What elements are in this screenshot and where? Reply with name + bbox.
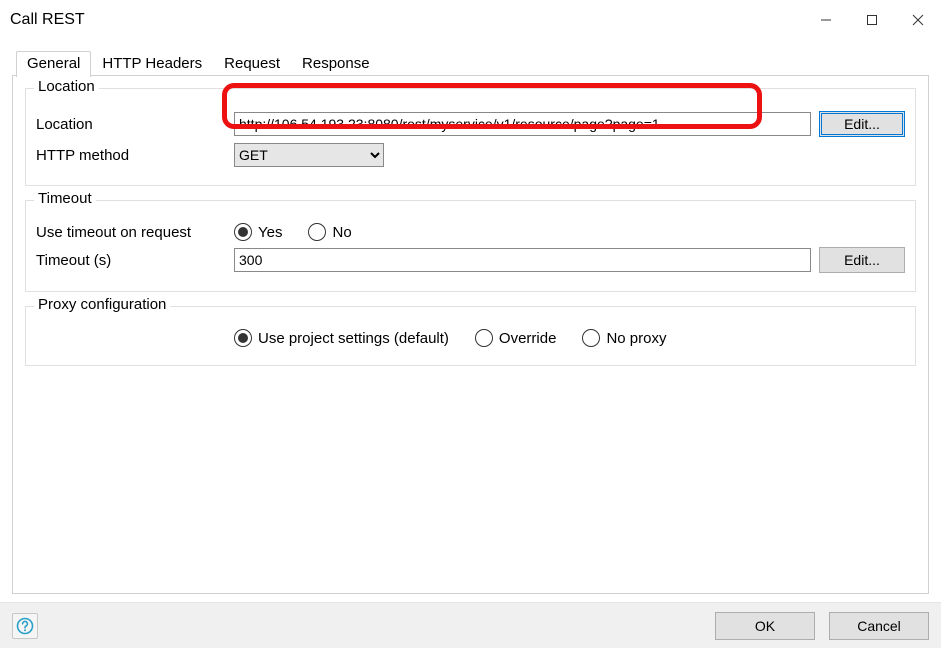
close-icon: [911, 13, 925, 27]
tab-response[interactable]: Response: [291, 51, 381, 76]
use-timeout-yes-label: Yes: [258, 224, 282, 241]
help-icon: [16, 617, 34, 635]
tab-http-headers[interactable]: HTTP Headers: [91, 51, 213, 76]
location-label: Location: [36, 116, 226, 133]
ok-button[interactable]: OK: [715, 612, 815, 640]
window-title: Call REST: [10, 11, 85, 29]
help-button[interactable]: [12, 613, 38, 639]
cancel-button[interactable]: Cancel: [829, 612, 929, 640]
tab-general[interactable]: General: [16, 51, 91, 77]
minimize-button[interactable]: [803, 4, 849, 36]
location-edit-button[interactable]: Edit...: [819, 111, 905, 137]
minimize-icon: [820, 14, 832, 26]
proxy-default-radio[interactable]: [234, 329, 252, 347]
use-timeout-yes-radio[interactable]: [234, 223, 252, 241]
proxy-noproxy-label: No proxy: [606, 330, 666, 347]
proxy-noproxy[interactable]: No proxy: [582, 329, 666, 347]
close-button[interactable]: [895, 4, 941, 36]
tab-request[interactable]: Request: [213, 51, 291, 76]
timeout-edit-button[interactable]: Edit...: [819, 247, 905, 273]
dialog-footer: OK Cancel: [0, 602, 941, 648]
proxy-default[interactable]: Use project settings (default): [234, 329, 449, 347]
location-input[interactable]: [234, 112, 811, 136]
location-group: Location Location Edit... HTTP method GE…: [25, 88, 916, 186]
timeout-group: Timeout Use timeout on request Yes No Ti…: [25, 200, 916, 292]
dialog-content: General HTTP Headers Request Response Lo…: [0, 40, 941, 602]
http-method-label: HTTP method: [36, 147, 226, 164]
proxy-noproxy-radio[interactable]: [582, 329, 600, 347]
use-timeout-no-radio[interactable]: [308, 223, 326, 241]
proxy-override-radio[interactable]: [475, 329, 493, 347]
tab-general-panel: Location Location Edit... HTTP method GE…: [12, 76, 929, 594]
use-timeout-label: Use timeout on request: [36, 224, 226, 241]
proxy-group: Proxy configuration Use project settings…: [25, 306, 916, 366]
maximize-button[interactable]: [849, 4, 895, 36]
maximize-icon: [866, 14, 878, 26]
timeout-group-legend: Timeout: [34, 190, 96, 207]
proxy-default-label: Use project settings (default): [258, 330, 449, 347]
tabstrip: General HTTP Headers Request Response: [12, 50, 929, 76]
use-timeout-no-label: No: [332, 224, 351, 241]
proxy-override[interactable]: Override: [475, 329, 557, 347]
titlebar: Call REST: [0, 0, 941, 40]
location-group-legend: Location: [34, 78, 99, 95]
proxy-override-label: Override: [499, 330, 557, 347]
use-timeout-yes[interactable]: Yes: [234, 223, 282, 241]
timeout-seconds-label: Timeout (s): [36, 252, 226, 269]
use-timeout-no[interactable]: No: [308, 223, 351, 241]
timeout-seconds-input[interactable]: [234, 248, 811, 272]
http-method-select[interactable]: GET: [234, 143, 384, 167]
call-rest-dialog: Call REST General HTTP Headers Request R…: [0, 0, 941, 648]
proxy-group-legend: Proxy configuration: [34, 296, 170, 313]
